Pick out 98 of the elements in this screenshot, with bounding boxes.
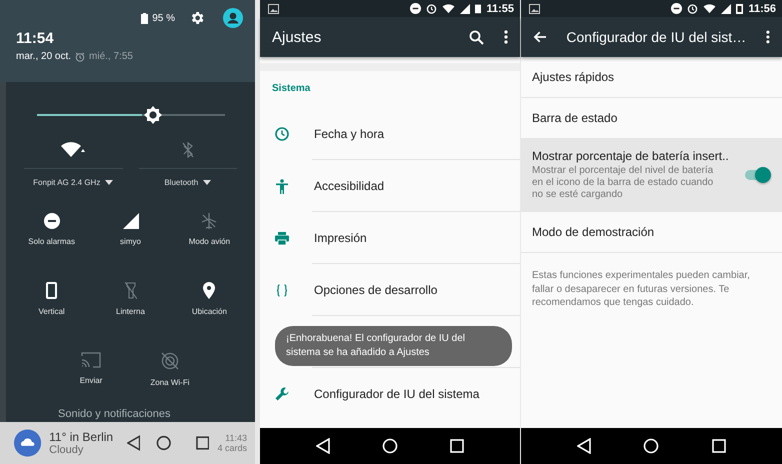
quick-setting-tile[interactable]: Ubicación — [170, 282, 249, 316]
tuner-item-title: Ajustes rápidos — [532, 70, 614, 84]
battery-icon — [736, 3, 744, 14]
tile-label: simyo — [120, 237, 141, 246]
image-icon — [268, 4, 279, 14]
tile-label: Vertical — [38, 307, 65, 316]
dropdown-icon[interactable] — [105, 180, 114, 185]
clock-time: 11:54 — [16, 30, 55, 47]
screen-title: Configurador de IU del sist… — [566, 29, 746, 45]
cast-icon — [81, 352, 102, 368]
card-count: 4 cards — [217, 443, 247, 453]
wrench-icon — [275, 387, 289, 401]
do-not-disturb-icon — [671, 3, 682, 14]
alarm-icon — [75, 52, 86, 62]
wifi-icon — [703, 4, 716, 14]
more-options-icon[interactable] — [504, 30, 508, 44]
brightness-thumb[interactable] — [143, 105, 164, 125]
quick-setting-tile[interactable]: Vertical — [12, 282, 92, 316]
alarm-icon — [687, 3, 698, 14]
dropdown-icon[interactable] — [203, 180, 212, 185]
screen-title: Ajustes — [272, 28, 322, 46]
settings-item[interactable]: Fecha y hora — [260, 108, 520, 160]
settings-item[interactable]: Accesibilidad — [260, 160, 520, 212]
do-not-disturb-icon — [44, 213, 60, 229]
clock-icon — [275, 127, 289, 141]
battery-icon — [475, 3, 482, 14]
next-alarm-text: mié., 7:55 — [89, 51, 133, 62]
tile-label: Ubicación — [192, 307, 227, 316]
weather-title: 11° in Berlin — [49, 430, 114, 444]
home-icon[interactable] — [156, 435, 172, 451]
back-icon[interactable] — [126, 435, 140, 451]
status-time: 11:56 — [748, 2, 776, 14]
recents-icon[interactable] — [196, 436, 210, 450]
battery-icon — [141, 12, 148, 24]
bluetooth-icon — [182, 142, 194, 158]
search-icon[interactable] — [469, 30, 484, 44]
quick-setting-tile[interactable]: Bluetooth — [138, 142, 237, 187]
accessibility-icon — [276, 178, 288, 194]
weather-condition: Cloudy — [49, 444, 84, 456]
tile-label: Bluetooth — [164, 178, 198, 187]
printer-icon — [275, 232, 289, 244]
settings-item[interactable]: Opciones de desarrollo — [260, 264, 520, 316]
quick-setting-tile[interactable]: Enviar — [52, 352, 130, 387]
status-time: 11:55 — [486, 2, 514, 14]
quick-setting-tile[interactable]: Zona Wi-Fi — [130, 352, 210, 387]
signal-icon — [721, 4, 732, 14]
quick-setting-tile[interactable]: Solo alarmas — [12, 213, 92, 246]
quick-setting-tile[interactable]: Fonpit AG 2.4 GHz — [24, 142, 122, 187]
settings-item[interactable]: Impresión — [260, 212, 520, 264]
alarm-icon — [426, 3, 438, 14]
more-options-icon[interactable] — [766, 30, 770, 44]
section-header: Sistema — [271, 82, 312, 96]
airplane-icon — [201, 213, 218, 229]
image-icon — [529, 4, 540, 14]
tile-label: Fonpit AG 2.4 GHz — [33, 178, 100, 187]
tile-label: Linterna — [116, 307, 145, 316]
settings-item[interactable]: ¡Enhorabuena! El configurador de IU del sistema se ha añadido a Ajustes — [260, 316, 520, 368]
back-arrow-icon[interactable] — [533, 31, 546, 43]
card-time: 11:43 — [225, 433, 247, 443]
settings-icon[interactable] — [189, 10, 205, 26]
warning-text: Estas funciones experimentales pueden cambiar, fallar o desaparecer en futuras versiones. Te recomendamos que tengas cuidado. — [531, 269, 751, 310]
settings-item-label: Accesibilidad — [314, 179, 384, 193]
flashlight-icon — [124, 282, 136, 299]
settings-item-label: Impresión — [314, 231, 367, 245]
hotspot-icon — [160, 352, 179, 370]
tile-label: Enviar — [80, 376, 102, 385]
tuner-item[interactable]: Modo de demostración — [521, 212, 782, 253]
wifi-icon — [60, 142, 86, 158]
settings-item: Sonido y notificaciones — [6, 404, 255, 422]
tuner-item-title: Mostrar porcentaje de batería insert.. — [532, 149, 730, 163]
do-not-disturb-icon — [410, 3, 422, 14]
wifi-icon — [442, 4, 456, 14]
cloud-icon — [14, 429, 42, 457]
location-pin-icon — [203, 282, 216, 299]
weather-card[interactable]: 11° in Berlin Cloudy 11:43 4 cards — [0, 422, 255, 464]
quick-setting-tile[interactable]: Modo avión — [170, 213, 249, 246]
tuner-switch-item[interactable]: Mostrar porcentaje de batería insert.. Mostrar el porcentaje del nivel de batería en el icono de la barra de estado cuando no se esté cargando — [521, 139, 782, 212]
quick-setting-tile[interactable]: simyo — [91, 213, 170, 246]
tuner-item-title: Barra de estado — [532, 111, 618, 125]
settings-item-label: Fecha y hora — [314, 127, 384, 141]
user-avatar-icon[interactable] — [223, 8, 243, 28]
settings-item-label: Opciones de desarrollo — [314, 283, 438, 297]
tile-label: Modo avión — [188, 237, 230, 246]
braces-icon — [276, 284, 288, 296]
settings-item[interactable]: Configurador de IU del sistema — [260, 368, 520, 420]
tuner-item-title: Modo de demostración — [532, 225, 654, 239]
quick-setting-tile[interactable]: Linterna — [91, 282, 170, 316]
tuner-item-description: Mostrar el porcentaje del nivel de batería en el icono de la barra de estado cuando no se esté cargando — [532, 165, 714, 201]
tile-label: Zona Wi-Fi — [150, 378, 190, 387]
tile-label: Solo alarmas — [28, 237, 75, 246]
phone-icon — [46, 282, 58, 299]
signal-icon — [122, 213, 138, 229]
tuner-item[interactable]: Ajustes rápidos — [521, 57, 782, 98]
battery-percentage: 95 % — [152, 12, 175, 24]
toast-message: ¡Enhorabuena! El configurador de IU del sistema se ha añadido a Ajustes — [275, 326, 512, 366]
date-text: mar., 20 oct. — [16, 51, 72, 62]
signal-icon — [460, 4, 470, 14]
settings-item-label: Configurador de IU del sistema — [314, 387, 480, 401]
